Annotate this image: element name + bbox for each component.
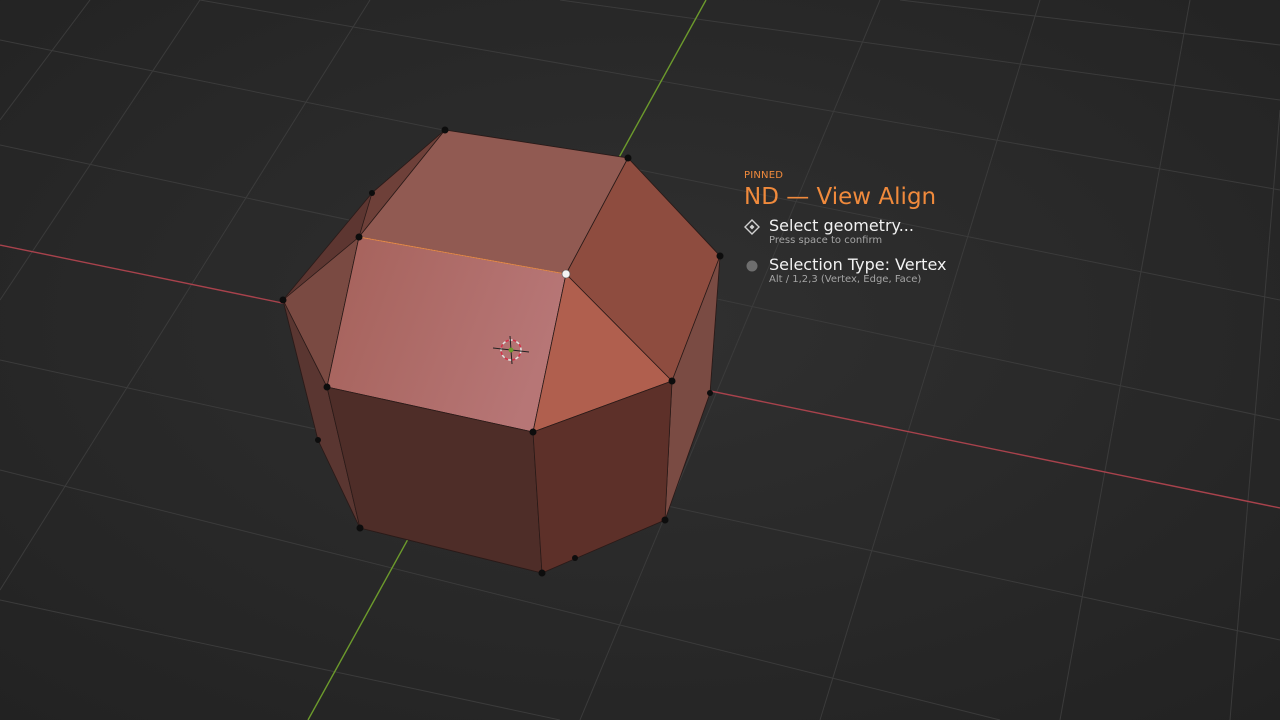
vertex [529, 428, 537, 436]
hud-step-select-geometry: Select geometry... Press space to confir… [744, 216, 946, 247]
step-hint: Press space to confirm [769, 235, 883, 246]
vertex [624, 154, 632, 162]
vertex [661, 516, 669, 524]
step-label: Select geometry... [769, 216, 914, 235]
hud-step-selection-type: Selection Type: Vertex Alt / 1,2,3 (Vert… [744, 255, 946, 286]
vertex [315, 437, 321, 443]
step-hint: Alt / 1,2,3 (Vertex, Edge, Face) [769, 274, 922, 285]
vertex [572, 555, 578, 561]
vertex [323, 383, 331, 391]
3d-viewport[interactable] [0, 0, 1280, 720]
vertex [441, 126, 449, 134]
vertex [356, 524, 364, 532]
active-vertex[interactable] [561, 269, 571, 279]
operator-title: ND — View Align [744, 184, 937, 210]
vertex [355, 233, 363, 241]
vertex [369, 190, 375, 196]
circle-dot-icon [744, 258, 760, 274]
vertex [716, 252, 724, 260]
operator-hud: PINNED ND — View Align Select geometry..… [744, 170, 946, 294]
step-label: Selection Type: Vertex [769, 255, 947, 274]
vertex [279, 296, 287, 304]
pinned-label: PINNED [744, 170, 784, 181]
vertex [668, 377, 676, 385]
diamond-select-icon [744, 219, 760, 235]
viewport-canvas[interactable] [0, 0, 1280, 720]
vertex [538, 569, 546, 577]
vertex [707, 390, 713, 396]
